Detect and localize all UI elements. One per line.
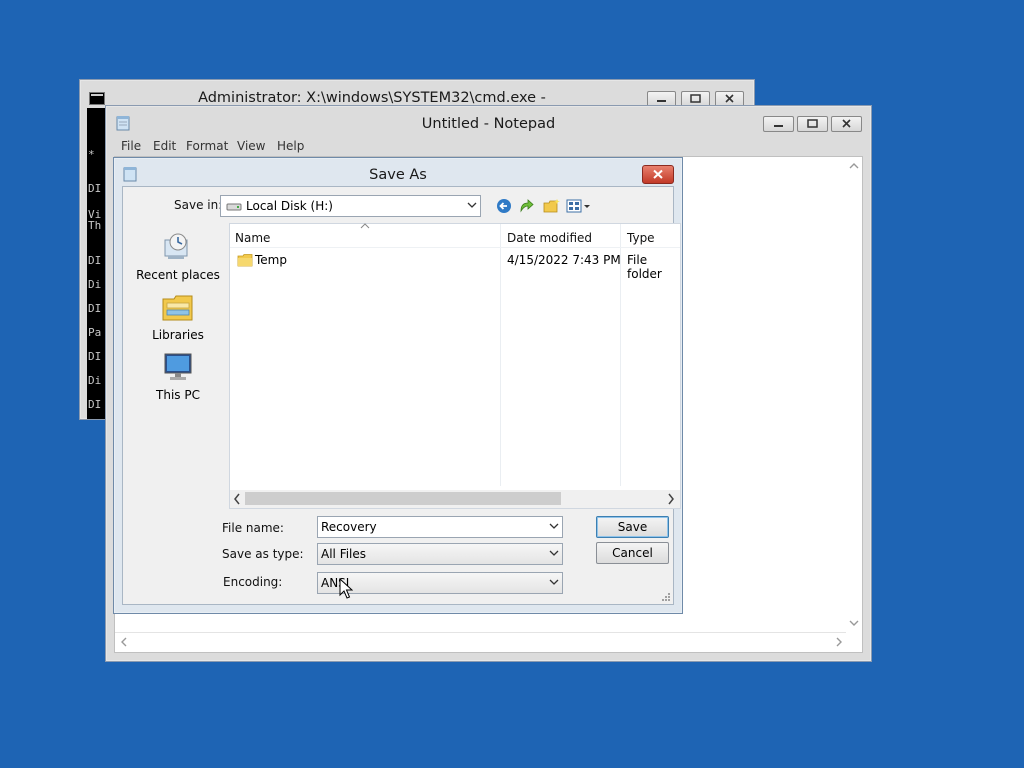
place-this-pc[interactable]: This PC [133,351,223,402]
encoding-label: Encoding: [223,575,283,589]
console-line: Di [88,374,102,387]
libraries-icon [162,295,193,321]
place-label: This PC [156,388,200,402]
chevron-down-icon[interactable] [549,521,559,531]
file-type: File folder [627,253,662,281]
notepad-title: Untitled - Notepad [421,116,556,132]
file-name: Temp [255,253,287,267]
column-name[interactable]: Name [235,231,270,245]
column-type[interactable]: Type [627,231,655,245]
menu-view[interactable]: View [237,139,265,153]
console-line: DI [88,254,102,267]
save-button-label: Save [617,520,648,534]
save-in-label: Save in: [174,198,223,212]
save-in-value: Local Disk (H:) [246,199,333,213]
place-recent-places[interactable]: Recent places [133,231,223,282]
scroll-up-icon[interactable] [848,161,860,171]
console-line: DI [88,182,102,195]
scroll-left-icon[interactable] [119,636,129,648]
notepad-menubar: File Edit Format View Help [114,136,863,156]
file-name-input[interactable]: Recovery [317,516,563,538]
folder-icon [237,254,253,267]
cancel-button-label: Cancel [612,546,653,560]
console-line: Di [88,278,102,291]
console-line: * [88,148,95,161]
file-name-label: File name: [222,521,284,535]
scroll-down-icon[interactable] [848,618,860,628]
cmd-app-icon [89,92,105,105]
file-name-value: Recovery [321,520,377,534]
scroll-left-icon[interactable] [233,493,241,505]
computer-icon [164,353,192,380]
notepad-minimize-button[interactable] [763,116,794,132]
save-in-dropdown[interactable]: Local Disk (H:) [220,195,481,217]
header-divider [230,247,680,248]
mouse-cursor-icon [339,578,353,599]
cmd-console[interactable]: * DI Vi Th DI Di DI Pa DI Di DI [87,108,107,419]
file-row-temp[interactable]: Temp 4/15/2022 7:43 PM File folder [230,250,680,281]
save-as-titlebar[interactable]: Save As [114,158,682,186]
console-line: Th [88,219,102,232]
sort-ascending-icon [360,223,370,229]
save-as-type-dropdown[interactable]: All Files [317,543,563,565]
column-date-modified[interactable]: Date modified [507,231,592,245]
cancel-button[interactable]: Cancel [596,542,669,564]
save-as-type-label: Save as type: [222,547,304,561]
chevron-down-icon [549,550,559,556]
save-as-body: Save in: Local Disk (H:) Recent places L… [122,186,681,605]
hscroll-divider [115,632,846,633]
save-as-type-value: All Files [321,547,367,561]
place-label: Libraries [152,328,204,342]
chevron-down-icon [467,202,477,208]
notepad-titlebar[interactable]: Untitled - Notepad [106,106,871,134]
console-line: DI [88,302,102,315]
menu-edit[interactable]: Edit [153,139,176,153]
resize-grip-icon[interactable] [661,592,671,602]
console-line: Pa [88,326,102,339]
place-libraries[interactable]: Libraries [133,291,223,342]
save-button[interactable]: Save [596,516,669,538]
up-folder-icon[interactable] [519,197,535,214]
file-list[interactable]: Name Date modified Type Temp 4/15/2022 7… [229,223,681,509]
scrollbar-thumb[interactable] [245,492,561,505]
scroll-right-icon[interactable] [834,636,844,648]
new-folder-icon[interactable] [543,198,561,214]
encoding-dropdown[interactable]: ANSI [317,572,563,594]
view-menu-icon[interactable] [566,198,592,214]
cmd-titlebar[interactable]: Administrator: X:\windows\SYSTEM32\cmd.e… [80,80,754,122]
save-as-dialog[interactable]: Save As Save in: Local Disk (H:) Recent … [113,157,683,614]
drive-icon [226,203,242,211]
console-line: DI [88,350,102,363]
file-list-horizontal-scrollbar[interactable] [230,490,680,508]
menu-help[interactable]: Help [277,139,304,153]
notepad-maximize-button[interactable] [797,116,828,132]
menu-file[interactable]: File [121,139,141,153]
notepad-close-button[interactable] [831,116,862,132]
recent-places-icon [164,233,188,259]
chevron-down-icon [549,579,559,585]
save-as-close-button[interactable] [642,165,674,184]
console-line: DI [88,398,102,411]
save-as-title: Save As [369,167,427,183]
place-label: Recent places [136,268,220,282]
file-date: 4/15/2022 7:43 PM [507,253,621,267]
scroll-right-icon[interactable] [667,493,675,505]
back-icon[interactable] [496,198,512,214]
menu-format[interactable]: Format [186,139,228,153]
